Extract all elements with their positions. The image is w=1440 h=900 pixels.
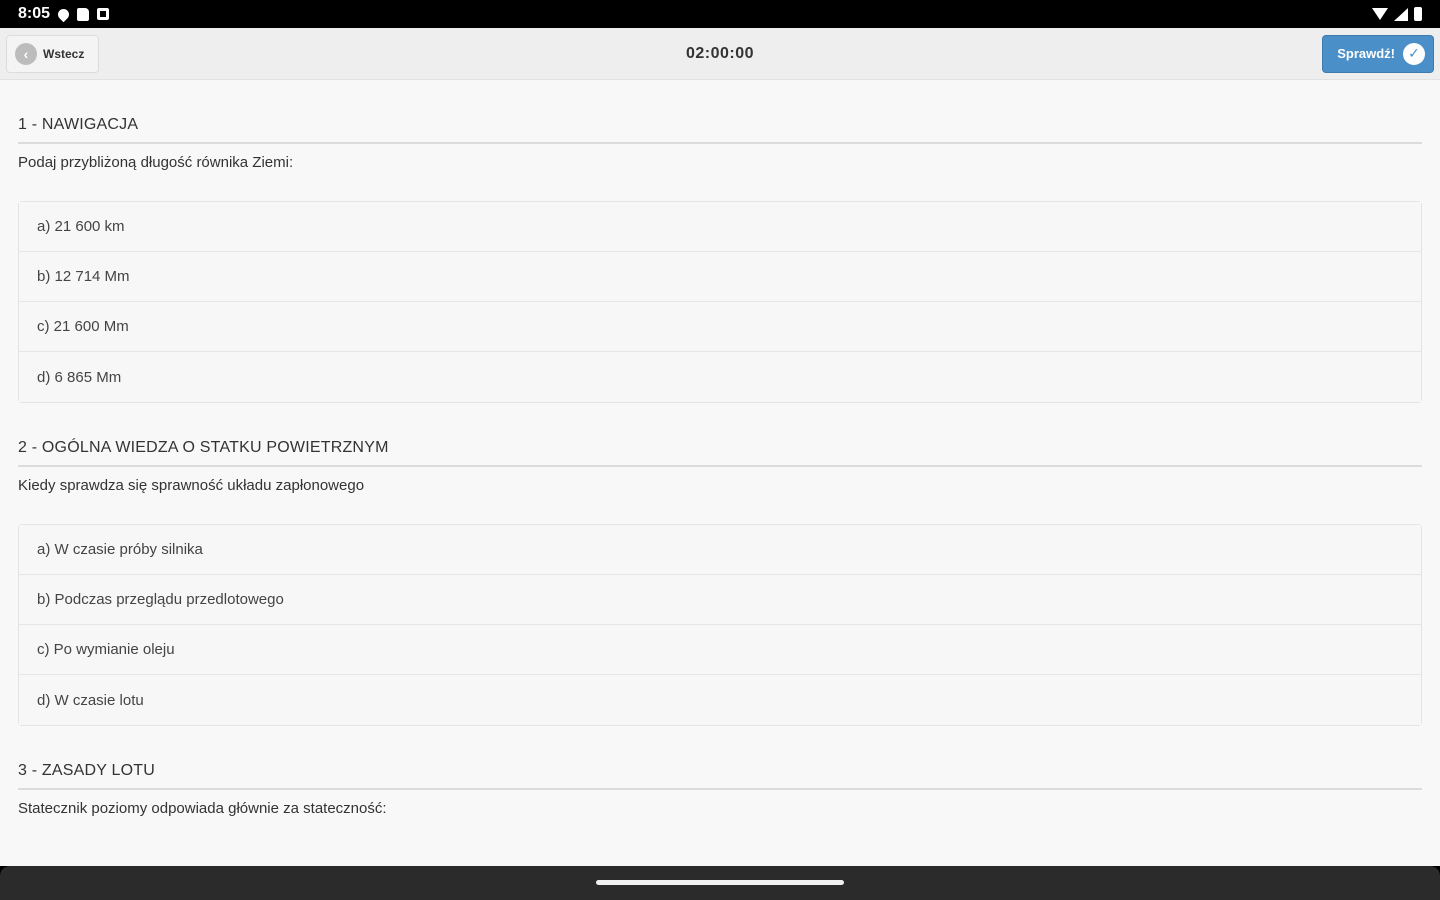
answer-option[interactable]: d) W czasie lotu: [19, 675, 1421, 725]
check-button-label: Sprawdź!: [1337, 46, 1395, 61]
toolbar: ‹ Wstecz 02:00:00 Sprawdź! ✓: [0, 28, 1440, 80]
question-block: 2 - OGÓLNA WIEDZA O STATKU POWIETRZNYM K…: [18, 439, 1422, 726]
answer-option[interactable]: a) W czasie próby silnika: [19, 525, 1421, 575]
question-category-title: 3 - ZASADY LOTU: [18, 762, 1422, 790]
question-block: 1 - NAWIGACJA Podaj przybliżoną długość …: [18, 116, 1422, 403]
question-category-title: 1 - NAWIGACJA: [18, 116, 1422, 144]
answer-option[interactable]: c) Po wymianie oleju: [19, 625, 1421, 675]
answer-list: a) W czasie próby silnika b) Podczas prz…: [18, 524, 1422, 726]
back-button-label: Wstecz: [43, 46, 85, 61]
question-block: 3 - ZASADY LOTU Statecznik poziomy odpow…: [18, 762, 1422, 817]
check-button[interactable]: Sprawdź! ✓: [1322, 34, 1434, 73]
signal-icon: [1394, 7, 1408, 21]
quiz-app: ‹ Wstecz 02:00:00 Sprawdź! ✓ 1 - NAWIGAC…: [0, 28, 1440, 866]
status-bar: 8:05: [0, 0, 1440, 28]
back-arrow-icon: ‹: [15, 42, 37, 65]
answer-option[interactable]: a) 21 600 km: [19, 202, 1421, 252]
question-category-title: 2 - OGÓLNA WIEDZA O STATKU POWIETRZNYM: [18, 439, 1422, 467]
answer-option[interactable]: c) 21 600 Mm: [19, 302, 1421, 352]
home-gesture-handle[interactable]: [596, 880, 844, 885]
question-text: Kiedy sprawdza się sprawność układu zapł…: [18, 477, 365, 494]
answer-list: a) 21 600 km b) 12 714 Mm c) 21 600 Mm d…: [18, 201, 1422, 403]
battery-icon: [1414, 7, 1422, 21]
question-text: Statecznik poziomy odpowiada głównie za …: [18, 800, 387, 817]
wifi-icon: [1372, 8, 1388, 20]
answer-option[interactable]: b) 12 714 Mm: [19, 252, 1421, 302]
exam-timer: 02:00:00: [685, 44, 755, 62]
checkmark-icon: ✓: [1403, 42, 1425, 65]
answer-option[interactable]: b) Podczas przeglądu przedlotowego: [19, 575, 1421, 625]
question-text: Podaj przybliżoną długość równika Ziemi:: [18, 154, 294, 171]
answer-option[interactable]: d) 6 865 Mm: [19, 352, 1421, 402]
back-button[interactable]: ‹ Wstecz: [6, 34, 100, 73]
notification-square-icon: [97, 8, 110, 20]
navigation-bar: [0, 866, 1440, 900]
shield-icon: [55, 6, 72, 22]
sd-card-icon: [77, 7, 90, 21]
status-time: 8:05: [18, 5, 51, 22]
questions-list: 1 - NAWIGACJA Podaj przybliżoną długość …: [0, 116, 1440, 817]
